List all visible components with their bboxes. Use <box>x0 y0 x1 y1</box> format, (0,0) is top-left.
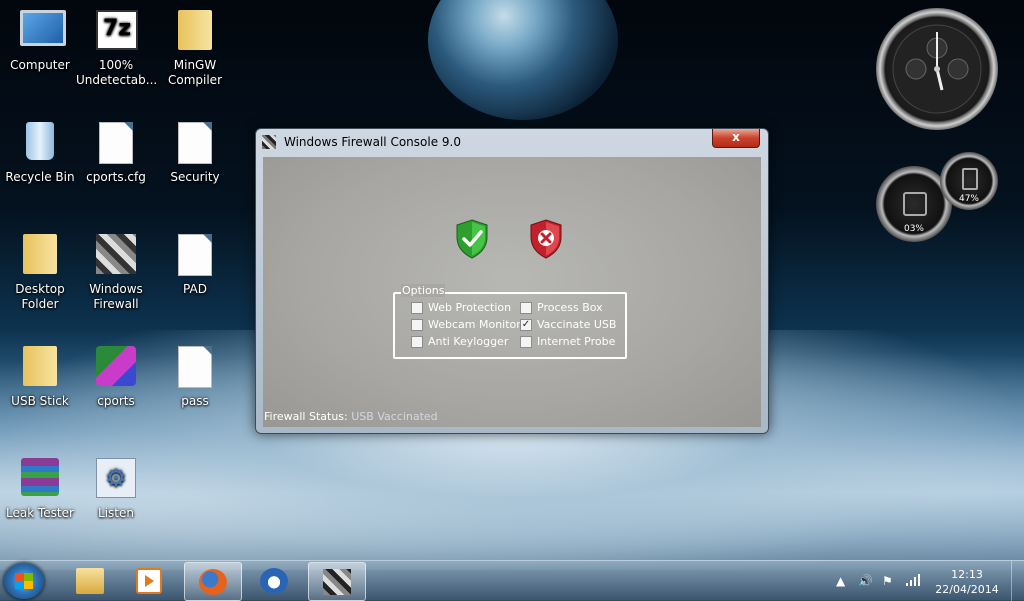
media-player-icon <box>136 568 162 594</box>
show-desktop-button[interactable] <box>1011 561 1024 601</box>
options-legend: Options <box>401 284 446 297</box>
desktop-icon-leak-tester[interactable]: Leak Tester <box>0 458 80 521</box>
folder-icon <box>178 10 212 50</box>
clock-gadget[interactable] <box>876 8 998 130</box>
folder-icon <box>23 346 57 386</box>
options-groupbox: Options Web Protection Webcam Monitor An… <box>393 284 627 359</box>
network-signal-icon[interactable] <box>906 574 922 589</box>
desktop-icon-desktop-folder[interactable]: Desktop Folder <box>0 234 80 312</box>
memory-meter-gadget[interactable]: 47% <box>940 152 998 210</box>
desktop-icon-mingw[interactable]: MinGW Compiler <box>155 10 235 88</box>
app-icon <box>262 135 276 149</box>
computer-icon <box>20 10 66 46</box>
desktop-icon-label: cports <box>97 394 135 408</box>
start-button[interactable] <box>4 563 44 599</box>
clock-time: 12:13 <box>951 568 983 581</box>
desktop-icon-label: USB Stick <box>11 394 69 408</box>
desktop-icon-computer[interactable]: Computer <box>0 10 80 73</box>
status-label: Firewall Status: <box>264 410 348 423</box>
checkbox[interactable] <box>411 319 423 331</box>
desktop-icon-label: Windows Firewall <box>89 282 143 311</box>
taskbar-media-player[interactable] <box>122 562 178 599</box>
desktop-icon-label: Listen <box>98 506 134 520</box>
checkbox[interactable] <box>520 336 532 348</box>
option-label: Process Box <box>537 301 603 314</box>
checkbox-checked[interactable]: ✓ <box>520 319 532 331</box>
desktop-icon-label: PAD <box>183 282 207 296</box>
taskbar-thunderbird[interactable] <box>246 562 302 599</box>
desktop-icon-7zip[interactable]: 7z 100% Undetectab... <box>76 10 158 88</box>
desktop-icon-label: 100% Undetectab... <box>76 58 158 87</box>
folder-icon <box>23 234 57 274</box>
firewall-app-icon <box>323 569 351 595</box>
taskbar-explorer[interactable] <box>62 562 118 599</box>
taskbar-firefox[interactable] <box>184 562 242 601</box>
close-button[interactable]: x <box>712 129 760 148</box>
cports-app-icon <box>96 346 136 386</box>
planet-wallpaper <box>428 0 618 120</box>
desktop-icon-listen[interactable]: ⚙ Listen <box>76 458 156 521</box>
memory-percent: 47% <box>958 194 979 204</box>
text-file-icon <box>178 346 212 388</box>
desktop-icon-label: Recycle Bin <box>5 170 75 184</box>
checkbox[interactable] <box>411 336 423 348</box>
text-file-icon <box>178 234 212 276</box>
checkbox[interactable] <box>411 302 423 314</box>
desktop-icon-windows-firewall[interactable]: Windows Firewall <box>76 234 156 312</box>
desktop-icon-label: MinGW Compiler <box>167 58 222 87</box>
taskbar-clock[interactable]: 12:13 22/04/2014 <box>930 567 1004 597</box>
option-label: Webcam Monitor <box>428 318 521 331</box>
option-label: Internet Probe <box>537 335 616 348</box>
clock-face-icon <box>892 24 982 114</box>
desktop-icon-security[interactable]: Security <box>155 122 235 185</box>
taskbar: ▲ 🔊 ⚑ 12:13 22/04/2014 <box>0 560 1024 601</box>
desktop-icon-cports-cfg[interactable]: cports.cfg <box>76 122 156 185</box>
thunderbird-icon <box>260 568 288 594</box>
text-file-icon <box>178 122 212 164</box>
firewall-app-icon <box>96 234 136 274</box>
red-shield-x-icon <box>530 219 562 259</box>
firewall-status: Firewall Status: USB Vaccinated <box>264 410 438 423</box>
desktop-icon-usb-stick[interactable]: USB Stick <box>0 346 80 409</box>
recycle-bin-icon <box>26 122 54 160</box>
firewall-console-window: Windows Firewall Console 9.0 x Options W… <box>255 128 769 434</box>
status-value: USB Vaccinated <box>351 410 438 423</box>
action-center-flag-icon[interactable]: ⚑ <box>882 574 893 588</box>
winrar-archive-icon <box>21 458 59 496</box>
cpu-chip-icon <box>903 192 927 216</box>
memory-chip-icon <box>962 168 978 190</box>
7zip-icon: 7z <box>96 10 138 50</box>
desktop-icon-label: Leak Tester <box>6 506 74 520</box>
title-bar[interactable]: Windows Firewall Console 9.0 x <box>256 129 768 155</box>
desktop-icon-label: Security <box>170 170 220 184</box>
firefox-icon <box>199 569 227 595</box>
document-icon <box>99 122 133 164</box>
desktop-icon-label: cports.cfg <box>86 170 146 184</box>
desktop-icon-label: Computer <box>10 58 70 72</box>
green-shield-check-icon <box>456 219 488 259</box>
desktop-icon-pad[interactable]: PAD <box>155 234 235 297</box>
clock-date: 22/04/2014 <box>935 583 999 596</box>
option-label: Anti Keylogger <box>428 335 509 348</box>
deny-shield-button[interactable] <box>529 219 563 259</box>
desktop-icon-cports[interactable]: cports <box>76 346 156 409</box>
desktop-icon-label: pass <box>181 394 209 408</box>
cpu-percent: 03% <box>903 224 924 234</box>
desktop-icon-recycle-bin[interactable]: Recycle Bin <box>0 122 80 185</box>
desktop-icon-pass[interactable]: pass <box>155 346 235 409</box>
gear-app-icon: ⚙ <box>96 458 136 498</box>
option-label: Vaccinate USB <box>537 318 617 331</box>
taskbar-firewall-console[interactable] <box>308 562 366 601</box>
accept-shield-button[interactable] <box>455 219 489 259</box>
window-title: Windows Firewall Console 9.0 <box>284 135 461 149</box>
volume-icon[interactable]: 🔊 <box>858 574 873 588</box>
window-client-area: Options Web Protection Webcam Monitor An… <box>263 157 761 427</box>
folder-icon <box>76 568 104 594</box>
desktop-icon-label: Desktop Folder <box>15 282 65 311</box>
checkbox[interactable] <box>520 302 532 314</box>
show-hidden-icons-arrow[interactable]: ▲ <box>836 574 845 588</box>
option-label: Web Protection <box>428 301 512 314</box>
